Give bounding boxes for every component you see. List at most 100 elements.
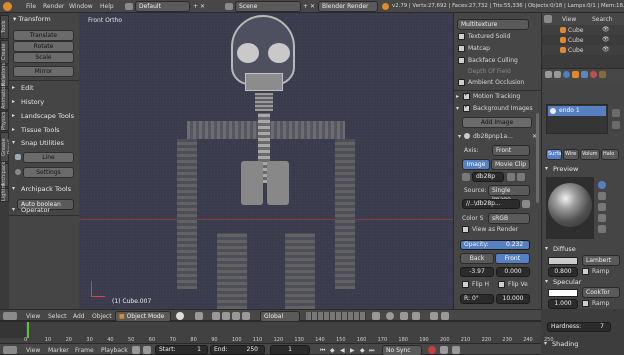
menu-render[interactable]: Render: [43, 3, 64, 10]
transform-header[interactable]: ▾ Transform: [13, 15, 51, 23]
preview-monkey-icon[interactable]: [598, 214, 606, 222]
image-datablock-field[interactable]: db28p: [472, 172, 504, 182]
keying-record-icon[interactable]: [428, 346, 436, 354]
layout-add-icon[interactable]: +: [193, 3, 198, 10]
jump-end-icon[interactable]: ⏭: [369, 347, 374, 355]
operator-header[interactable]: Operator: [21, 206, 50, 214]
layout-icon[interactable]: [125, 3, 133, 10]
flip-h-checkbox[interactable]: [462, 281, 469, 288]
diffuse-header[interactable]: Diffuse: [553, 245, 576, 253]
world-tab-icon[interactable]: [563, 71, 570, 78]
timeline-marker-menu[interactable]: Marker: [48, 347, 69, 354]
specular-color-swatch[interactable]: [548, 289, 578, 297]
diffuse-color-swatch[interactable]: [548, 257, 578, 265]
material-tab-icon[interactable]: [590, 71, 597, 78]
color-space-selector[interactable]: sRGB: [488, 213, 530, 224]
menu-file[interactable]: File: [26, 3, 36, 10]
tab-tools[interactable]: Tools: [0, 15, 9, 39]
specular-header[interactable]: Specular: [553, 278, 581, 286]
timeline-frame-menu[interactable]: Frame: [75, 347, 94, 354]
shading-header[interactable]: Shading: [552, 340, 578, 348]
texture-tab-icon[interactable]: [599, 71, 606, 78]
rotate-manip-icon[interactable]: [232, 312, 240, 320]
outliner-row[interactable]: Cube 👁: [542, 25, 624, 35]
textured-solid-checkbox[interactable]: [458, 33, 465, 40]
prev-key-icon[interactable]: ◆: [330, 347, 335, 354]
bg-images-label[interactable]: Background Images: [473, 105, 533, 112]
back-button[interactable]: Back: [460, 253, 494, 264]
play-reverse-icon[interactable]: ◀: [340, 347, 345, 354]
outliner-view-menu[interactable]: View: [562, 16, 576, 23]
manipulator-icon[interactable]: [212, 312, 220, 320]
rotate-button[interactable]: Rotate: [13, 41, 74, 52]
surface-tab[interactable]: Surfa: [546, 149, 562, 160]
material-slot-list[interactable]: endo 1: [546, 104, 608, 134]
size-field[interactable]: 10.000: [496, 294, 530, 304]
settings-button[interactable]: Settings: [23, 167, 74, 178]
folder-icon[interactable]: [522, 200, 530, 208]
tab-create[interactable]: Create: [0, 40, 9, 64]
image-new-icon[interactable]: [507, 173, 515, 181]
image-name[interactable]: db28pnp1a...: [473, 133, 513, 140]
diffuse-shader-selector[interactable]: Lambert: [582, 255, 620, 266]
timeline-playback-menu[interactable]: Playback: [101, 347, 128, 354]
material-slot-active[interactable]: endo 1: [548, 106, 606, 116]
movie-clip-tab[interactable]: Movie Clip: [491, 159, 530, 170]
scene-selector[interactable]: Scene: [235, 1, 301, 12]
layer-buttons[interactable]: [306, 312, 366, 320]
timeline[interactable]: 0 10 20 30 40 50 60 70 80 90 100 110 120 130 140 150 160…: [0, 321, 554, 343]
bg-images-checkbox[interactable]: [463, 105, 470, 112]
rotation-field[interactable]: R: 0°: [460, 294, 494, 304]
play-icon[interactable]: ▶: [350, 347, 355, 354]
visibility-eye-icon[interactable]: 👁: [602, 26, 610, 33]
proportional-edit-icon[interactable]: [386, 312, 394, 320]
outliner-search-menu[interactable]: Search: [592, 16, 613, 23]
timeline-view-menu[interactable]: View: [26, 347, 40, 354]
offset-x-field[interactable]: -3.97: [460, 267, 494, 277]
volume-tab[interactable]: Volum: [580, 149, 600, 160]
shading-mode-selector[interactable]: Multitexture: [457, 19, 529, 30]
blender-logo-icon[interactable]: [3, 2, 12, 11]
image-path-field[interactable]: //..\db28p...: [462, 199, 520, 209]
offset-y-field[interactable]: 0.000: [496, 267, 530, 277]
preview-cube-icon[interactable]: [598, 203, 606, 211]
view-menu[interactable]: View: [26, 313, 40, 320]
next-key-icon[interactable]: ◆: [360, 347, 365, 354]
slot-add-icon[interactable]: [612, 109, 620, 117]
visibility-eye-icon[interactable]: 👁: [602, 46, 610, 53]
motion-tracking-checkbox[interactable]: [463, 93, 470, 100]
tab-physics[interactable]: Physics: [0, 111, 9, 131]
tab-lightm[interactable]: Lightm: [0, 184, 9, 202]
select-menu[interactable]: Select: [48, 313, 67, 320]
outliner-row[interactable]: Cube 👁: [542, 35, 624, 45]
wire-tab[interactable]: Wire: [563, 149, 579, 160]
history-header[interactable]: History: [21, 98, 44, 106]
scale-manip-icon[interactable]: [242, 312, 250, 320]
image-visible-icon[interactable]: [464, 133, 470, 139]
current-frame-line[interactable]: [27, 322, 29, 338]
editor-type-icon[interactable]: [3, 312, 17, 320]
current-frame-field[interactable]: 1: [270, 345, 310, 355]
archipack-tools-header[interactable]: Archipack Tools: [21, 185, 71, 193]
preview-flat-icon[interactable]: [598, 192, 606, 200]
preview-sphere-icon[interactable]: [598, 181, 606, 189]
viewport-shading-icon[interactable]: [176, 312, 184, 320]
source-selector[interactable]: Single Image: [488, 185, 530, 203]
diffuse-ramp-checkbox[interactable]: [582, 268, 589, 275]
keying-insert-icon[interactable]: [452, 346, 460, 354]
lock-icon[interactable]: [372, 312, 380, 320]
tissue-tools-header[interactable]: Tissue Tools: [21, 126, 60, 134]
tab-grease-pencil[interactable]: Grease Pencil: [0, 132, 13, 162]
visibility-eye-icon[interactable]: 👁: [602, 36, 610, 43]
add-menu[interactable]: Add: [73, 313, 85, 320]
preview-hair-icon[interactable]: [598, 225, 606, 233]
backface-checkbox[interactable]: [458, 57, 465, 64]
specular-ramp-checkbox[interactable]: [582, 300, 589, 307]
start-frame-field[interactable]: Start: 1: [155, 345, 208, 355]
snap-element-icon[interactable]: [412, 312, 420, 320]
motion-tracking-label[interactable]: Motion Tracking: [473, 93, 520, 100]
layout-selector[interactable]: Default: [135, 1, 190, 12]
ao-checkbox[interactable]: [458, 79, 465, 86]
outliner-row[interactable]: Cube 👁: [542, 45, 624, 55]
sync-icon[interactable]: [143, 346, 151, 354]
